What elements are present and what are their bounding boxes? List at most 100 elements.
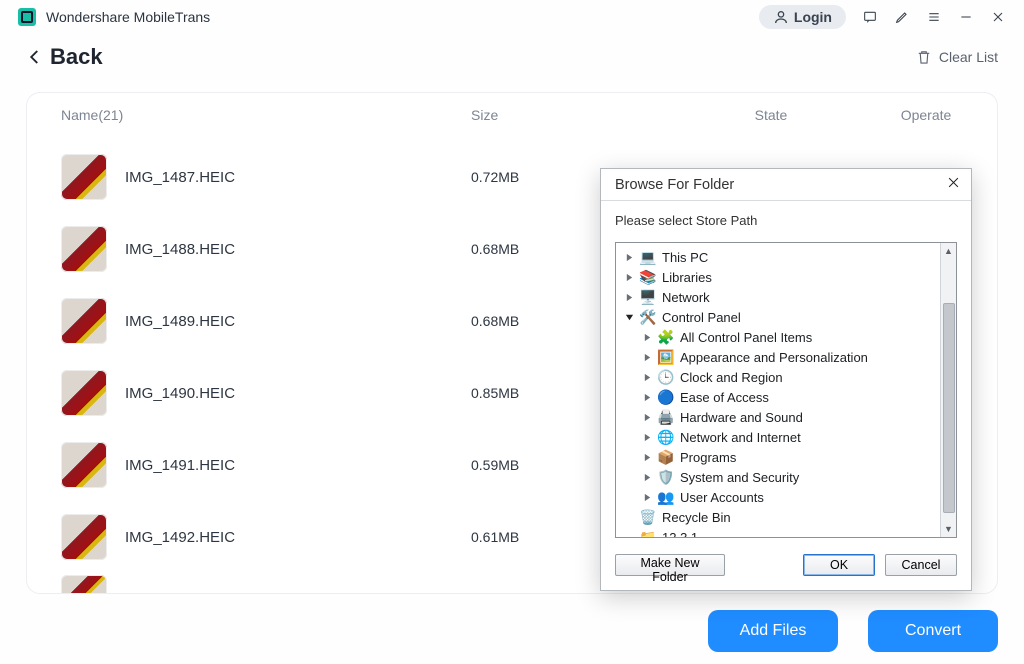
app-logo <box>18 8 36 26</box>
trash-icon <box>915 48 933 66</box>
tree-node[interactable]: 🛠️ Control Panel <box>616 307 940 327</box>
thumbnail <box>61 226 107 272</box>
tree-node[interactable]: 🖥️Network <box>616 287 940 307</box>
folder-icon: 🛡️ <box>657 470 675 484</box>
dialog-close-button[interactable] <box>946 175 961 194</box>
back-button[interactable]: Back <box>26 44 103 70</box>
file-name: IMG_1489.HEIC <box>125 313 471 330</box>
col-name: Name(21) <box>61 107 471 123</box>
thumbnail <box>61 575 107 593</box>
folder-icon: 🕒 <box>657 370 675 384</box>
col-operate: Operate <box>881 107 971 123</box>
tree-node[interactable]: 🛡️ System and Security <box>616 467 940 487</box>
login-label: Login <box>794 9 832 25</box>
folder-icon: 🛠️ <box>639 310 657 324</box>
file-name: IMG_1491.HEIC <box>125 457 471 474</box>
tree-node[interactable]: 💻 This PC <box>616 247 940 267</box>
ok-button[interactable]: OK <box>803 554 875 576</box>
thumbnail <box>61 154 107 200</box>
browse-folder-dialog: Browse For Folder Please select Store Pa… <box>600 168 972 591</box>
tree-node-label: Hardware and Sound <box>680 410 803 425</box>
folder-icon: 🧩 <box>657 330 675 344</box>
chevron-right-icon[interactable] <box>640 370 654 384</box>
tree-node[interactable]: 📁 12.3.1 <box>616 527 940 537</box>
tree-node-label: Network and Internet <box>680 430 801 445</box>
edit-icon[interactable] <box>894 9 910 25</box>
tree-node[interactable]: 📚 Libraries <box>616 267 940 287</box>
col-state: State <box>661 107 881 123</box>
folder-icon: 📦 <box>657 450 675 464</box>
folder-icon: 👥 <box>657 490 675 504</box>
chevron-right-icon[interactable] <box>640 390 654 404</box>
file-name: IMG_1490.HEIC <box>125 385 471 402</box>
col-size: Size <box>471 107 661 123</box>
tree-node-label: Clock and Region <box>680 370 783 385</box>
tree-node-label: Ease of Access <box>680 390 769 405</box>
chevron-right-icon[interactable] <box>622 290 636 304</box>
tree-node-label: All Control Panel Items <box>680 330 812 345</box>
chevron-left-icon <box>26 48 44 66</box>
tree-node-label: User Accounts <box>680 490 764 505</box>
file-name: IMG_1488.HEIC <box>125 241 471 258</box>
clear-list-label: Clear List <box>939 49 998 65</box>
tree-node-label: Recycle Bin <box>662 510 731 525</box>
add-files-button[interactable]: Add Files <box>708 610 838 652</box>
tree-node-label: This PC <box>662 250 708 265</box>
chevron-right-icon[interactable] <box>640 350 654 364</box>
tree-node[interactable]: 🗑️ Recycle Bin <box>616 507 940 527</box>
folder-icon: 💻 <box>639 250 657 264</box>
chevron-right-icon[interactable] <box>640 430 654 444</box>
tree-node[interactable]: 🖨️ Hardware and Sound <box>616 407 940 427</box>
file-name: IMG_1487.HEIC <box>125 169 471 186</box>
folder-icon: 🌐 <box>657 430 675 444</box>
tree-node-label: Appearance and Personalization <box>680 350 868 365</box>
feedback-icon[interactable] <box>862 9 878 25</box>
dialog-scrollbar[interactable]: ▲ ▼ <box>940 243 956 537</box>
menu-icon[interactable] <box>926 9 942 25</box>
cancel-button[interactable]: Cancel <box>885 554 957 576</box>
back-label: Back <box>50 44 103 70</box>
chevron-right-icon[interactable] <box>640 490 654 504</box>
thumbnail <box>61 370 107 416</box>
dialog-instruction: Please select Store Path <box>601 201 971 242</box>
make-new-folder-button[interactable]: Make New Folder <box>615 554 725 576</box>
tree-node-label: Programs <box>680 450 736 465</box>
tree-node[interactable]: 🖼️ Appearance and Personalization <box>616 347 940 367</box>
clear-list-button[interactable]: Clear List <box>915 48 998 66</box>
tree-node[interactable]: 📦 Programs <box>616 447 940 467</box>
convert-button[interactable]: Convert <box>868 610 998 652</box>
minimize-button[interactable] <box>958 9 974 25</box>
thumbnail <box>61 514 107 560</box>
chevron-right-icon[interactable] <box>622 270 636 284</box>
folder-tree[interactable]: 💻 This PC 📚 Libraries 🖥️Network 🛠️ Control Pan… <box>616 243 940 537</box>
tree-node[interactable]: 👥 User Accounts <box>616 487 940 507</box>
folder-icon: 🖼️ <box>657 350 675 364</box>
folder-icon: 🗑️ <box>639 510 657 524</box>
chevron-right-icon[interactable] <box>640 470 654 484</box>
chevron-down-icon[interactable] <box>622 310 636 324</box>
close-button[interactable] <box>990 9 1006 25</box>
chevron-right-icon[interactable] <box>640 330 654 344</box>
login-button[interactable]: Login <box>759 5 846 29</box>
tree-node-label: Network <box>662 290 710 305</box>
chevron-right-icon[interactable] <box>622 250 636 264</box>
tree-node-label: 12.3.1 <box>662 530 698 538</box>
tree-node-label: Libraries <box>662 270 712 285</box>
folder-icon: 📚 <box>639 270 657 284</box>
tree-node-label: Control Panel <box>662 310 741 325</box>
dialog-title: Browse For Folder <box>615 177 734 193</box>
tree-node[interactable]: 🕒 Clock and Region <box>616 367 940 387</box>
chevron-right-icon[interactable] <box>640 410 654 424</box>
expand-icon[interactable] <box>622 510 636 524</box>
expand-icon[interactable] <box>622 530 636 537</box>
tree-node[interactable]: 🧩 All Control Panel Items <box>616 327 940 347</box>
folder-icon: 📁 <box>639 530 657 537</box>
tree-node[interactable]: 🌐 Network and Internet <box>616 427 940 447</box>
chevron-right-icon[interactable] <box>640 450 654 464</box>
tree-node[interactable]: 🔵Ease of Access <box>616 387 940 407</box>
folder-icon: 🖨️ <box>657 410 675 424</box>
tree-node-label: System and Security <box>680 470 799 485</box>
file-name: IMG_1492.HEIC <box>125 529 471 546</box>
app-title: Wondershare MobileTrans <box>46 9 210 25</box>
thumbnail <box>61 442 107 488</box>
